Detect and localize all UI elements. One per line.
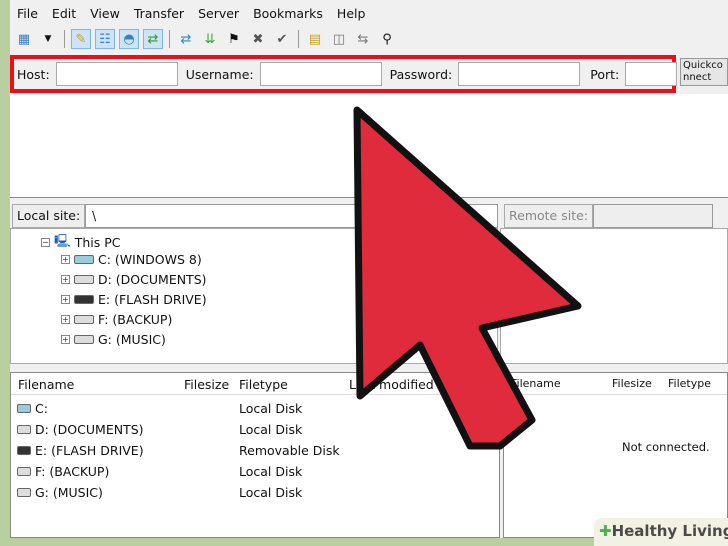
plus-logo-icon: ✚ [599, 522, 612, 540]
red-arrow-overlay [353, 106, 582, 450]
watermark: ✚Healthy Living [594, 518, 728, 546]
red-arrow [353, 106, 582, 450]
